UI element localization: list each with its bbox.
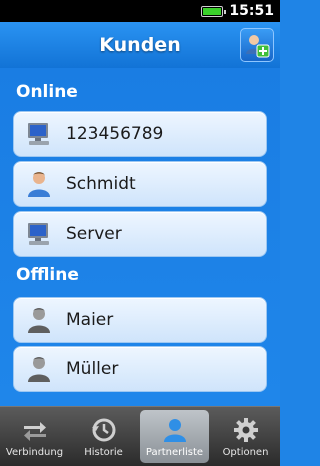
list-item-label: Schmidt <box>66 174 136 194</box>
list-item[interactable]: Maier <box>13 297 267 343</box>
computer-icon <box>24 119 54 149</box>
tab-label: Historie <box>84 446 123 458</box>
tab-historie[interactable]: Historie <box>69 407 138 466</box>
contact-list: Online 123456789 Schmidt Server Offline … <box>0 68 280 406</box>
list-item[interactable]: Schmidt <box>13 161 267 207</box>
tab-partnerliste[interactable]: Partnerliste <box>140 410 209 463</box>
tab-label: Verbindung <box>5 446 64 458</box>
section-title-online: Online <box>16 82 78 102</box>
list-item-label: Maier <box>66 310 114 330</box>
section-title-offline: Offline <box>16 265 79 285</box>
bottom-tab-bar: Verbindung Historie Partnerliste Optione… <box>0 406 280 466</box>
page-title: Kunden <box>99 34 181 56</box>
tab-label: Partnerliste <box>145 446 204 458</box>
list-item[interactable]: Müller <box>13 346 267 392</box>
battery-icon <box>201 5 227 17</box>
person-offline-icon <box>24 305 54 335</box>
status-bar: 15:51 <box>0 0 280 22</box>
list-item-label: Server <box>66 224 122 244</box>
tab-optionen[interactable]: Optionen <box>211 407 280 466</box>
person-icon <box>161 416 189 444</box>
list-item[interactable]: Server <box>13 211 267 257</box>
person-offline-icon <box>24 354 54 384</box>
add-contact-icon <box>246 35 270 58</box>
tab-label: Optionen <box>222 446 269 458</box>
person-online-icon <box>24 169 54 199</box>
tab-verbindung[interactable]: Verbindung <box>0 407 69 466</box>
history-icon <box>90 416 118 444</box>
gear-icon <box>232 416 260 444</box>
list-item[interactable]: 123456789 <box>13 111 267 157</box>
list-item-label: 123456789 <box>66 124 164 144</box>
computer-icon <box>24 219 54 249</box>
list-item-label: Müller <box>66 359 119 379</box>
add-contact-button[interactable] <box>240 28 274 62</box>
header-bar: Kunden <box>0 22 280 68</box>
status-clock: 15:51 <box>229 3 274 19</box>
arrows-icon <box>21 416 49 444</box>
